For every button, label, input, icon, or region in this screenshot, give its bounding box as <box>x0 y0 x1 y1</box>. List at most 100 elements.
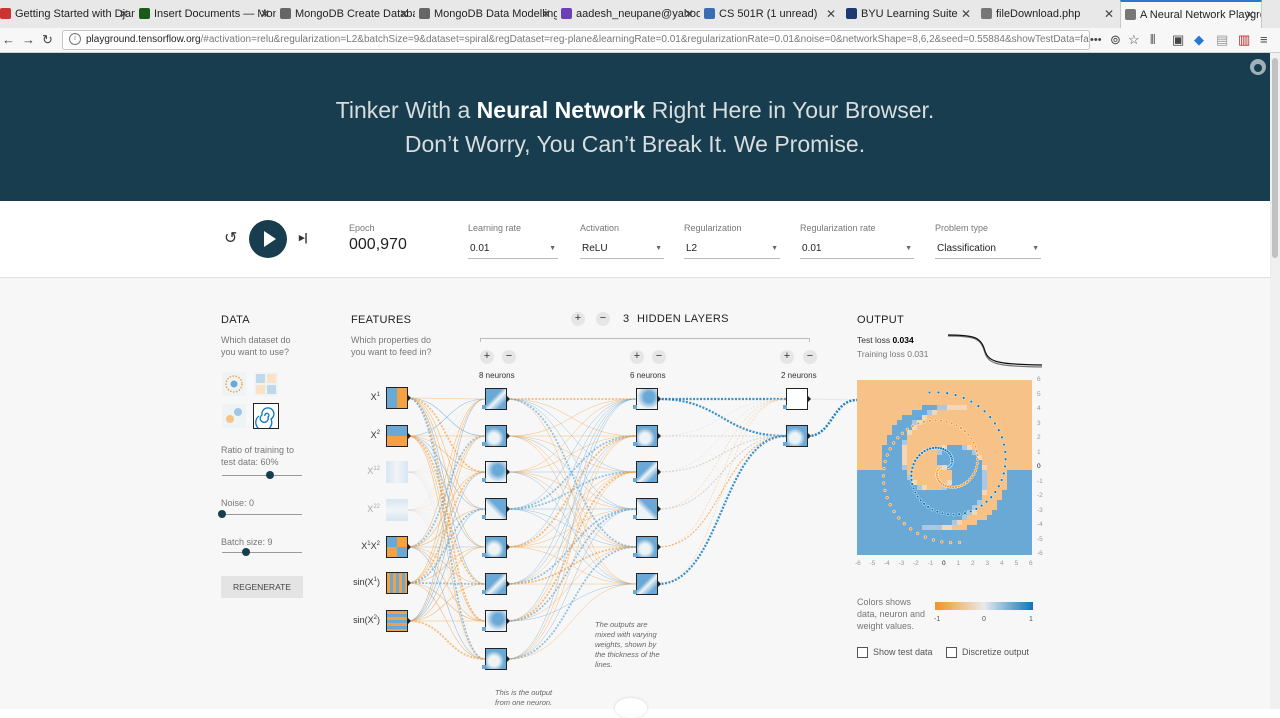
heatmap-cell <box>952 525 958 531</box>
bias-marker[interactable] <box>783 442 787 446</box>
data-point <box>962 396 966 400</box>
input-feature-node[interactable] <box>386 461 408 483</box>
heatmap-cell <box>892 525 898 531</box>
hidden-neuron-layer1[interactable] <box>485 461 507 483</box>
heatmap-cell <box>892 500 898 506</box>
heatmap-cell <box>897 460 903 466</box>
heatmap-cell <box>892 415 898 421</box>
network-link <box>506 508 637 585</box>
heatmap-cell <box>947 385 953 391</box>
heatmap-cell <box>862 485 868 491</box>
heatmap-cell <box>872 480 878 486</box>
discretize-output-checkbox[interactable] <box>946 647 957 658</box>
hidden-neuron-layer1[interactable] <box>485 648 507 670</box>
bias-marker[interactable] <box>633 553 637 557</box>
hidden-neuron-layer1[interactable] <box>485 498 507 520</box>
input-feature-node[interactable] <box>386 499 408 521</box>
hidden-neuron-layer3[interactable] <box>786 425 808 447</box>
heatmap-cell <box>897 520 903 526</box>
heatmap-cell <box>947 405 953 411</box>
heatmap-cell <box>1022 485 1028 491</box>
input-feature-node[interactable] <box>386 536 408 558</box>
show-test-data-checkbox[interactable] <box>857 647 868 658</box>
heatmap-cell <box>927 425 933 431</box>
heatmap-cell <box>957 455 963 461</box>
heatmap-cell <box>1007 440 1013 446</box>
heatmap-cell <box>857 430 863 436</box>
heatmap-cell <box>897 455 903 461</box>
heatmap-cell <box>957 430 963 436</box>
hidden-neuron-layer2[interactable] <box>636 425 658 447</box>
heatmap-cell <box>892 545 898 551</box>
heatmap-cell <box>947 550 953 555</box>
input-feature-node[interactable] <box>386 425 408 447</box>
bias-marker[interactable] <box>633 405 637 409</box>
network-link <box>506 471 637 510</box>
bias-marker[interactable] <box>633 515 637 519</box>
data-point <box>928 446 932 451</box>
bias-marker[interactable] <box>482 405 486 409</box>
input-feature-node[interactable] <box>386 610 408 632</box>
heatmap-cell <box>877 450 883 456</box>
bias-marker[interactable] <box>482 590 486 594</box>
hidden-neuron-layer2[interactable] <box>636 498 658 520</box>
heatmap-cell <box>1017 435 1023 441</box>
bias-marker[interactable] <box>482 478 486 482</box>
heatmap-cell <box>987 385 993 391</box>
heatmap-cell <box>1027 445 1032 451</box>
bias-marker[interactable] <box>482 553 486 557</box>
heatmap-cell <box>967 500 973 506</box>
heatmap-cell <box>1022 550 1028 555</box>
heatmap-cell <box>1017 485 1023 491</box>
bias-marker[interactable] <box>482 442 486 446</box>
hidden-neuron-layer1[interactable] <box>485 425 507 447</box>
bias-marker[interactable] <box>633 590 637 594</box>
hidden-neuron-layer2[interactable] <box>636 461 658 483</box>
hidden-neuron-layer3[interactable] <box>786 388 808 410</box>
heatmap-cell <box>982 415 988 421</box>
y-axis-tick: 1 <box>1037 448 1041 456</box>
heatmap-cell <box>947 500 953 506</box>
hidden-neuron-layer1[interactable] <box>485 573 507 595</box>
heatmap-cell <box>942 545 948 551</box>
hidden-neuron-layer2[interactable] <box>636 388 658 410</box>
hidden-neuron-layer1[interactable] <box>485 610 507 632</box>
bias-marker[interactable] <box>482 515 486 519</box>
heatmap-cell <box>957 460 963 466</box>
network-link <box>407 620 486 660</box>
input-feature-node[interactable] <box>386 387 408 409</box>
heatmap-cell <box>977 480 983 486</box>
page-scrollbar-thumb[interactable] <box>1272 58 1278 258</box>
heatmap-cell <box>862 420 868 426</box>
bias-marker[interactable] <box>633 478 637 482</box>
heatmap-cell <box>867 525 873 531</box>
data-point <box>988 415 992 419</box>
input-feature-node[interactable] <box>386 572 408 594</box>
bias-marker[interactable] <box>482 665 486 669</box>
heatmap-cell <box>907 545 913 551</box>
heatmap-cell <box>1027 510 1032 516</box>
heatmap-cell <box>947 530 953 536</box>
heatmap-cell <box>982 420 988 426</box>
heatmap-cell <box>922 475 928 481</box>
bias-marker[interactable] <box>633 442 637 446</box>
heatmap-cell <box>1002 510 1008 516</box>
hidden-neuron-layer1[interactable] <box>485 388 507 410</box>
heatmap-cell <box>957 450 963 456</box>
bias-marker[interactable] <box>783 405 787 409</box>
heatmap-cell <box>887 395 893 401</box>
heatmap-cell <box>1002 500 1008 506</box>
heatmap-cell <box>952 415 958 421</box>
heatmap-cell <box>892 400 898 406</box>
hidden-neuron-layer2[interactable] <box>636 536 658 558</box>
hidden-neuron-layer1[interactable] <box>485 536 507 558</box>
heatmap-cell <box>902 475 908 481</box>
hidden-neuron-layer2[interactable] <box>636 573 658 595</box>
heatmap-cell <box>877 425 883 431</box>
heatmap-cell <box>862 520 868 526</box>
heatmap-cell <box>912 450 918 456</box>
heatmap-cell <box>952 405 958 411</box>
heatmap-cell <box>927 490 933 496</box>
bias-marker[interactable] <box>482 627 486 631</box>
heatmap-cell <box>1012 490 1018 496</box>
